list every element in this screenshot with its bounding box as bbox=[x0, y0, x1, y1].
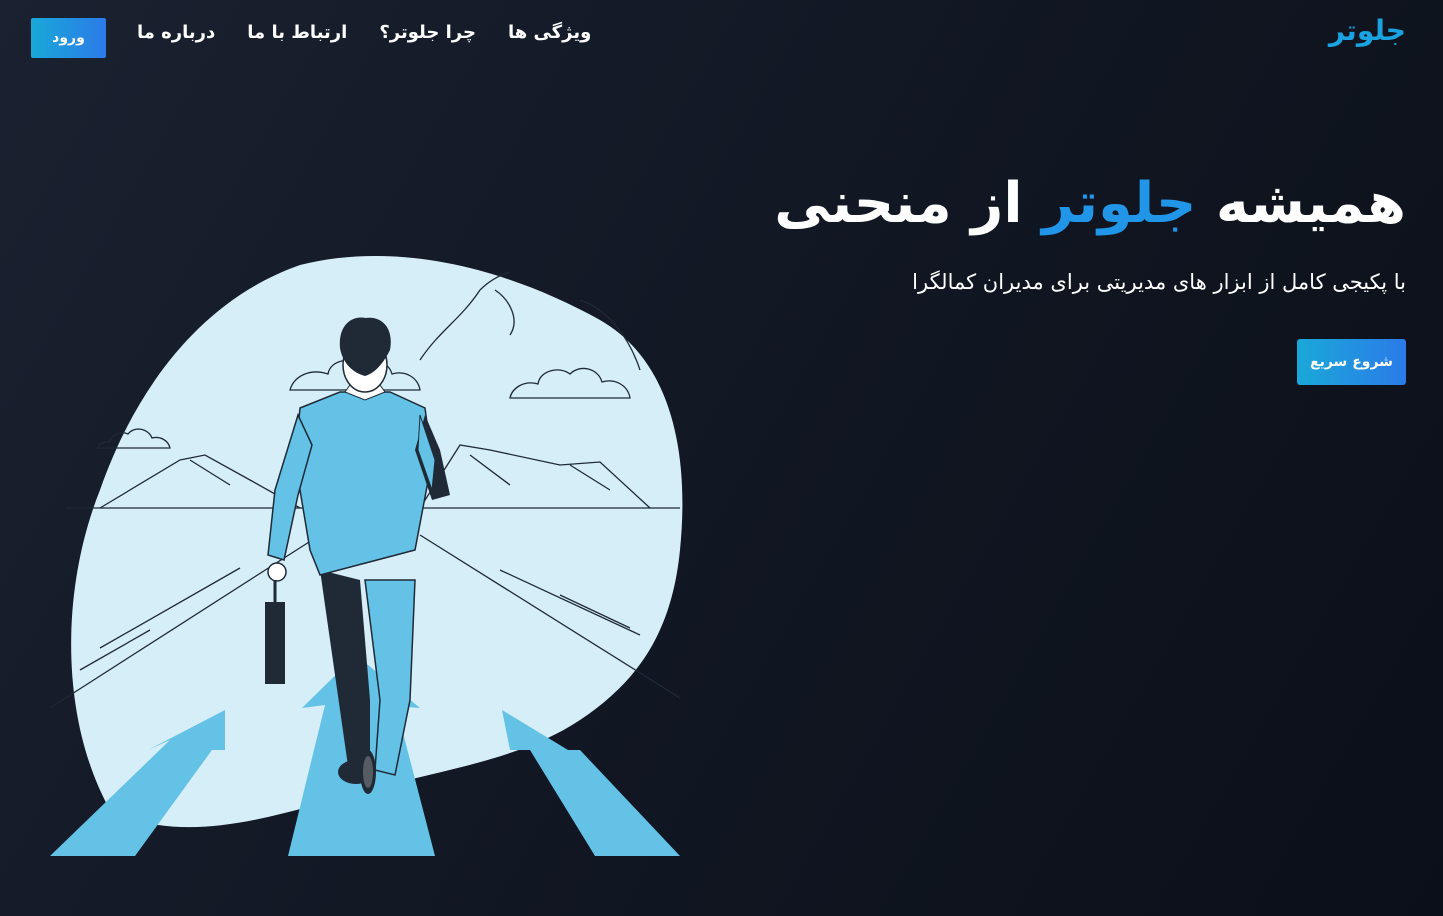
nav-link-about[interactable]: درباره ما bbox=[137, 22, 215, 43]
hero-title-part1: همیشه bbox=[1196, 171, 1406, 236]
login-button[interactable]: ورود bbox=[31, 18, 106, 58]
hero-title: همیشه جلوتر از منحنی bbox=[774, 164, 1406, 244]
hero-subtitle: با پکیجی کامل از ابزار های مدیریتی برای … bbox=[912, 270, 1406, 294]
nav-link-why-us[interactable]: چرا جلوتر؟ bbox=[379, 22, 476, 43]
brand-logo[interactable]: جلوتر bbox=[1329, 14, 1406, 47]
nav-link-contact[interactable]: ارتباط با ما bbox=[247, 22, 347, 43]
nav-link-features[interactable]: ویژگی ها bbox=[508, 22, 591, 43]
nav-links: ویژگی ها چرا جلوتر؟ ارتباط با ما درباره … bbox=[137, 22, 591, 43]
top-navbar: جلوتر ویژگی ها چرا جلوتر؟ ارتباط با ما د… bbox=[0, 0, 1443, 76]
hero-title-accent: جلوتر bbox=[1042, 171, 1197, 236]
quick-start-button[interactable]: شروع سریع bbox=[1297, 339, 1406, 385]
hero-title-part2: از منحنی bbox=[774, 171, 1043, 236]
businessman-illustration bbox=[49, 256, 683, 856]
